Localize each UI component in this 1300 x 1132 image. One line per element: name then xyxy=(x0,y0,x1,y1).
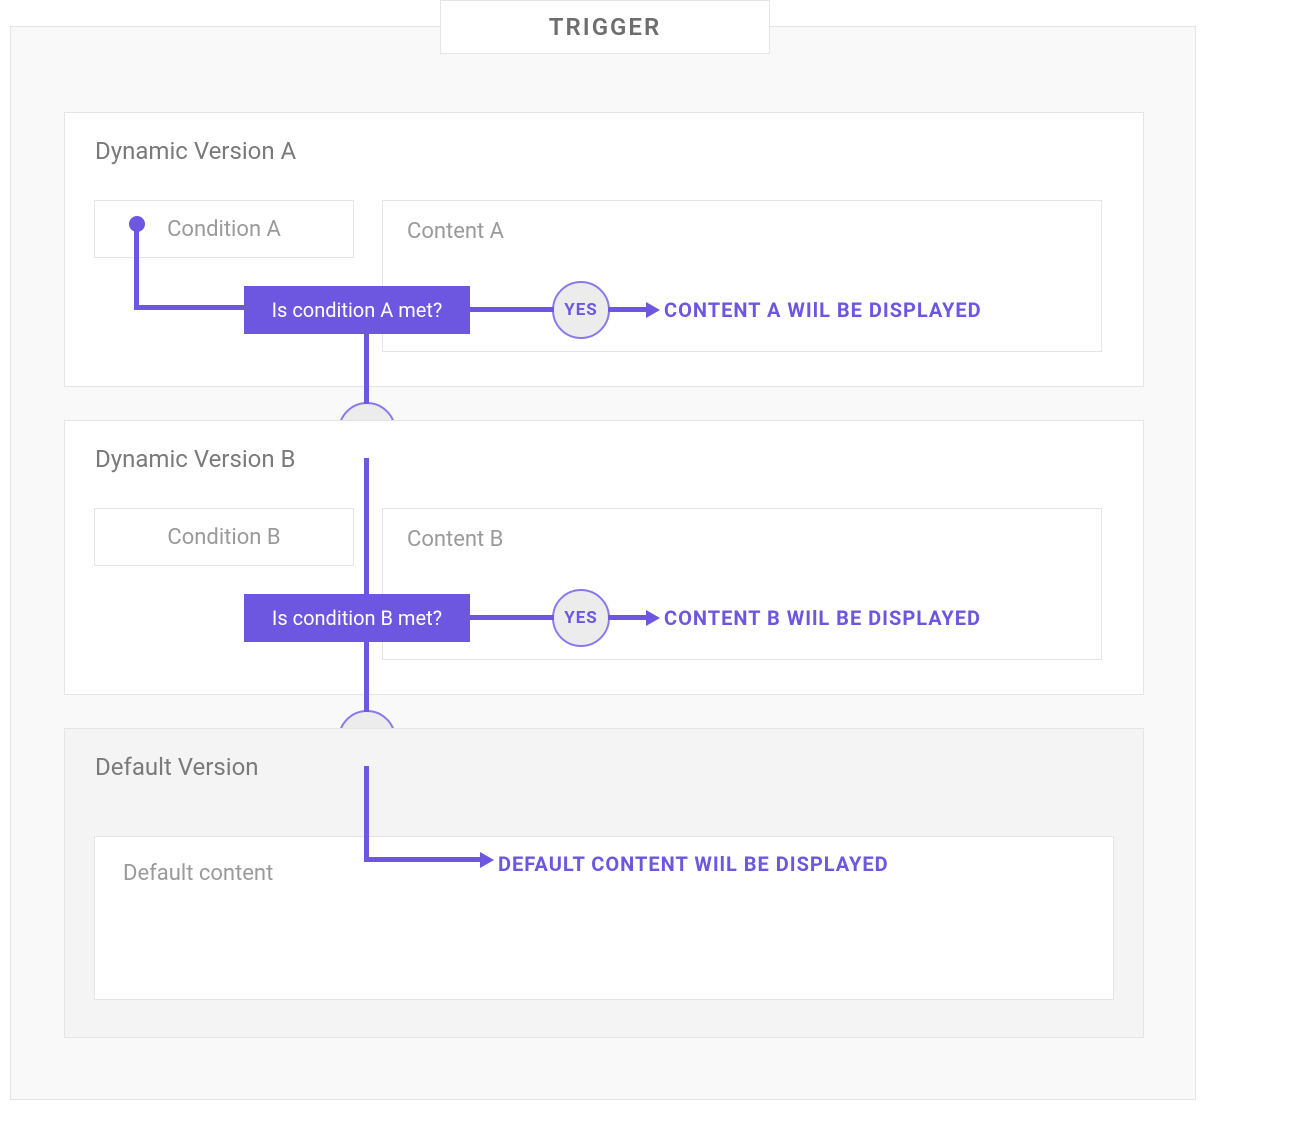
panel-b-title: Dynamic Version B xyxy=(65,421,1143,473)
flow-line xyxy=(364,642,369,712)
content-b-box: Content B xyxy=(382,508,1102,660)
result-b-text: CONTENT B WIlL BE DISPLAYED xyxy=(664,606,981,630)
panel-a-title: Dynamic Version A xyxy=(65,113,1143,165)
content-a-label: Content A xyxy=(407,219,504,244)
condition-b-label: Condition B xyxy=(167,525,280,550)
content-b-label: Content B xyxy=(407,527,503,552)
flow-line xyxy=(134,228,139,310)
flow-line xyxy=(608,307,648,312)
yes-b-label: YES xyxy=(564,608,598,628)
decision-b: Is condition B met? xyxy=(244,594,470,642)
content-a-box: Content A xyxy=(382,200,1102,352)
flow-line xyxy=(364,458,369,596)
flow-line xyxy=(470,307,554,312)
yes-b-node: YES xyxy=(552,589,610,647)
decision-b-label: Is condition B met? xyxy=(272,606,442,630)
flow-line xyxy=(608,615,648,620)
yes-a-node: YES xyxy=(552,281,610,339)
default-content-label: Default content xyxy=(123,861,273,886)
flow-line xyxy=(364,334,369,404)
flow-line xyxy=(364,766,369,860)
diagram-canvas: TRIGGER Dynamic Version A Condition A Co… xyxy=(0,0,1300,1132)
condition-b-box: Condition B xyxy=(94,508,354,566)
decision-a-label: Is condition A met? xyxy=(272,298,443,322)
yes-a-label: YES xyxy=(564,300,598,320)
result-a-text: CONTENT A WIlL BE DISPLAYED xyxy=(664,298,982,322)
panel-default-title: Default Version xyxy=(65,729,1143,781)
arrow-right-icon xyxy=(480,852,494,868)
arrow-right-icon xyxy=(646,610,660,626)
decision-a: Is condition A met? xyxy=(244,286,470,334)
flow-line xyxy=(470,615,554,620)
arrow-right-icon xyxy=(646,302,660,318)
flow-line xyxy=(134,305,246,310)
trigger-label: TRIGGER xyxy=(549,13,661,41)
result-default-text: DEFAULT CONTENT WIlL BE DISPLAYED xyxy=(498,852,889,876)
condition-a-label: Condition A xyxy=(167,217,281,242)
trigger-header: TRIGGER xyxy=(440,0,770,54)
flow-line xyxy=(364,857,482,862)
